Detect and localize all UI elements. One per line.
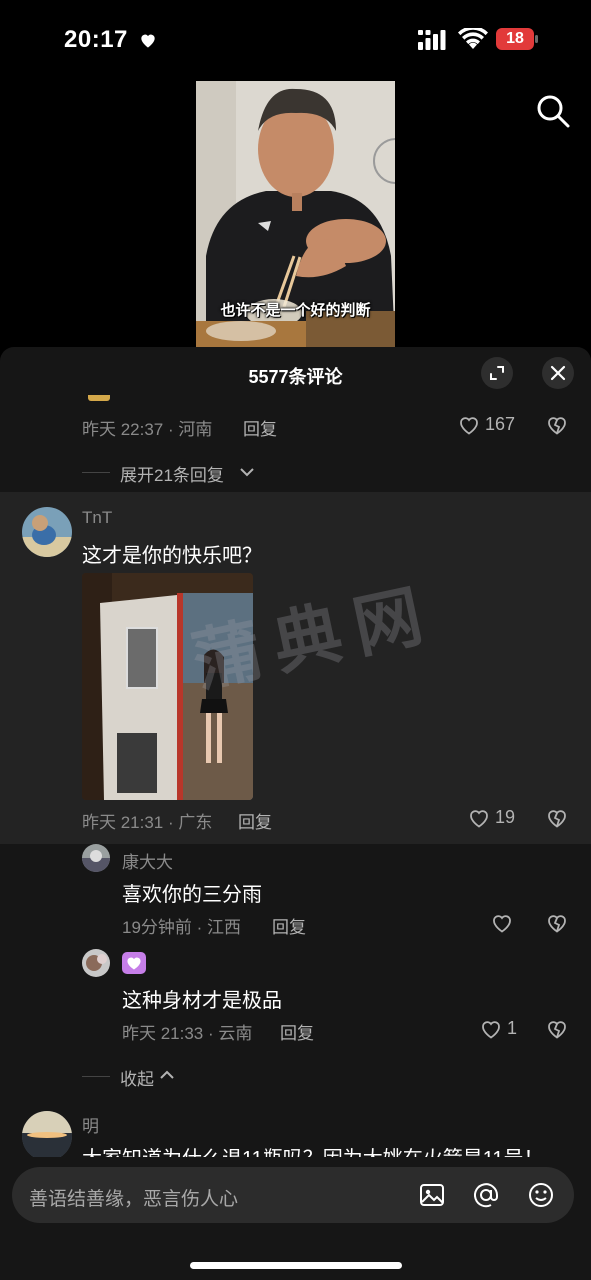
comment-author[interactable]: TnT — [82, 508, 112, 528]
search-icon[interactable] — [534, 92, 572, 130]
close-button[interactable] — [542, 357, 574, 389]
comment-input-placeholder: 善语结善缘，恶言伤人心 — [29, 1189, 239, 1210]
like-button[interactable]: 19 — [467, 806, 517, 830]
like-count: 167 — [485, 414, 516, 434]
like-count: 19 — [495, 807, 516, 827]
reply-button[interactable]: 回复 — [243, 415, 277, 440]
video-preview[interactable]: 也许不是一个好的判断 — [196, 81, 395, 347]
reply-button[interactable]: 回复 — [238, 808, 272, 833]
comment-input[interactable]: 善语结善缘，恶言伤人心 — [12, 1167, 574, 1223]
comment-text: 这种身材才是极品 — [122, 990, 282, 1012]
comment-meta: 昨天 21:33 · 云南 — [122, 1024, 253, 1043]
avatar[interactable] — [22, 1111, 72, 1161]
fullscreen-button[interactable] — [481, 357, 513, 389]
heart-outline-icon — [460, 417, 478, 435]
reply-button[interactable]: 回复 — [280, 1019, 314, 1044]
comment-author[interactable]: 明 — [82, 1112, 99, 1137]
like-button[interactable]: 1 — [479, 1017, 519, 1041]
video-subtitle: 也许不是一个好的判断 — [220, 302, 371, 319]
comment-meta: 昨天 22:37 · 河南 — [82, 420, 213, 439]
expand-icon — [490, 366, 504, 380]
chevron-up-icon — [160, 1070, 174, 1079]
status-time: 20:17 — [64, 26, 128, 53]
signal-icon — [418, 30, 446, 50]
emoji-fragment — [88, 395, 110, 401]
avatar[interactable] — [22, 507, 72, 557]
heart-status-icon — [141, 34, 155, 48]
emoji-icon[interactable] — [527, 1181, 555, 1209]
comment-text: 喜欢你的三分雨 — [122, 884, 262, 906]
dislike-icon[interactable] — [545, 806, 569, 830]
comment-input-bar: 善语结善缘，恶言伤人心 — [0, 1157, 591, 1280]
home-indicator — [190, 1262, 402, 1269]
dislike-icon[interactable] — [545, 1017, 569, 1041]
comment-author[interactable]: 康大大 — [122, 848, 173, 873]
comment-sheet: 5577条评论 昨天 22:37 · 河南 回复 167 展开21条回复 TnT — [0, 347, 591, 1280]
close-icon — [550, 365, 566, 381]
dislike-icon[interactable] — [545, 413, 569, 437]
mention-icon[interactable] — [472, 1181, 500, 1209]
image-icon[interactable] — [418, 1181, 446, 1209]
comment-meta: 昨天 21:31 · 广东 — [82, 813, 213, 832]
like-button[interactable] — [490, 911, 516, 935]
heart-badge — [122, 952, 146, 974]
heart-badge-icon — [127, 957, 141, 970]
avatar[interactable] — [82, 949, 110, 977]
heart-outline-icon — [493, 915, 511, 933]
collapse-replies-label: 收起 — [120, 1070, 154, 1089]
comment-meta: 19分钟前 · 江西 — [122, 918, 242, 937]
battery-indicator: 18 — [496, 28, 540, 50]
like-button[interactable]: 167 — [457, 413, 517, 437]
dislike-icon[interactable] — [545, 911, 569, 935]
avatar[interactable] — [82, 844, 110, 872]
expand-replies-label: 展开21条回复 — [120, 466, 224, 485]
comment-text: 这才是你的快乐吧？ — [82, 545, 262, 567]
sheet-header: 5577条评论 — [0, 347, 591, 399]
like-count: 1 — [507, 1018, 518, 1038]
wifi-icon — [458, 28, 488, 49]
reply-button[interactable]: 回复 — [272, 913, 306, 938]
chevron-down-icon — [240, 468, 254, 477]
battery-level: 18 — [506, 30, 524, 47]
heart-outline-icon — [482, 1021, 500, 1039]
status-bar: 20:17 18 — [0, 0, 591, 80]
heart-outline-icon — [470, 810, 488, 828]
